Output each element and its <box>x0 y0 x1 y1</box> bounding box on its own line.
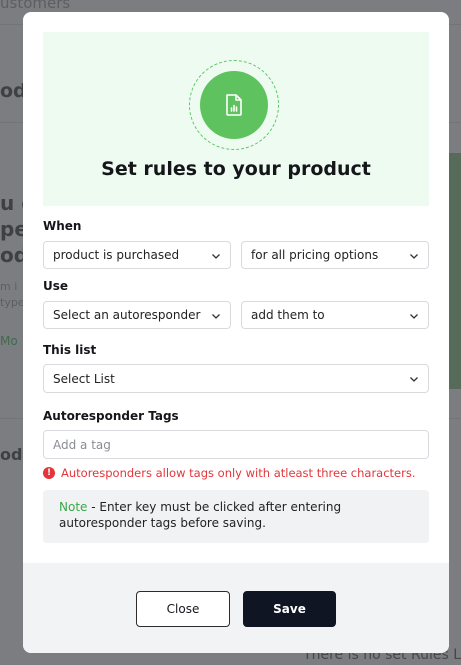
modal-header-banner: Set rules to your product <box>43 32 429 206</box>
tag-error-message: ! Autoresponders allow tags only with at… <box>43 466 416 480</box>
pricing-select-value: for all pricing options <box>251 248 379 262</box>
tag-input[interactable]: Add a tag <box>43 430 429 459</box>
autoresponder-select-value: Select an autoresponder <box>53 308 201 322</box>
autoresponder-select[interactable]: Select an autoresponder <box>43 301 231 329</box>
tags-label: Autoresponder Tags <box>43 409 179 423</box>
list-label: This list <box>43 343 97 357</box>
note-key: Note <box>59 500 88 514</box>
chevron-down-icon <box>212 254 220 259</box>
modal-footer: Close Save <box>23 563 449 653</box>
chevron-down-icon <box>212 314 220 319</box>
set-rules-modal: Set rules to your product When product i… <box>23 12 449 653</box>
action-select-value: add them to <box>251 308 325 322</box>
close-button[interactable]: Close <box>136 591 230 627</box>
bg-small-line: type <box>0 296 25 309</box>
list-select-value: Select List <box>53 371 115 386</box>
error-icon: ! <box>43 467 55 479</box>
chevron-down-icon <box>410 314 418 319</box>
list-select[interactable]: Select List <box>43 364 429 393</box>
chevron-down-icon <box>410 254 418 259</box>
document-chart-icon <box>200 71 268 139</box>
note-box: Note - Enter key must be clicked after e… <box>43 490 429 543</box>
bg-product-image <box>447 153 461 389</box>
bg-small-line: m i <box>0 280 18 293</box>
trigger-select-value: product is purchased <box>53 248 180 262</box>
bg-more-link: Mo <box>0 334 18 348</box>
use-label: Use <box>43 279 69 293</box>
modal-title: Set rules to your product <box>101 158 371 180</box>
icon-ring <box>189 60 279 150</box>
tag-input-placeholder: Add a tag <box>53 437 111 452</box>
save-button[interactable]: Save <box>243 591 336 627</box>
trigger-select[interactable]: product is purchased <box>43 241 231 269</box>
note-text: - Enter key must be clicked after enteri… <box>59 500 342 530</box>
pricing-select[interactable]: for all pricing options <box>241 241 429 269</box>
action-select[interactable]: add them to <box>241 301 429 329</box>
chevron-down-icon <box>410 377 418 382</box>
when-label: When <box>43 219 82 233</box>
bg-customers-text: ustomers <box>0 0 71 12</box>
tag-error-text: Autoresponders allow tags only with atle… <box>61 466 416 480</box>
